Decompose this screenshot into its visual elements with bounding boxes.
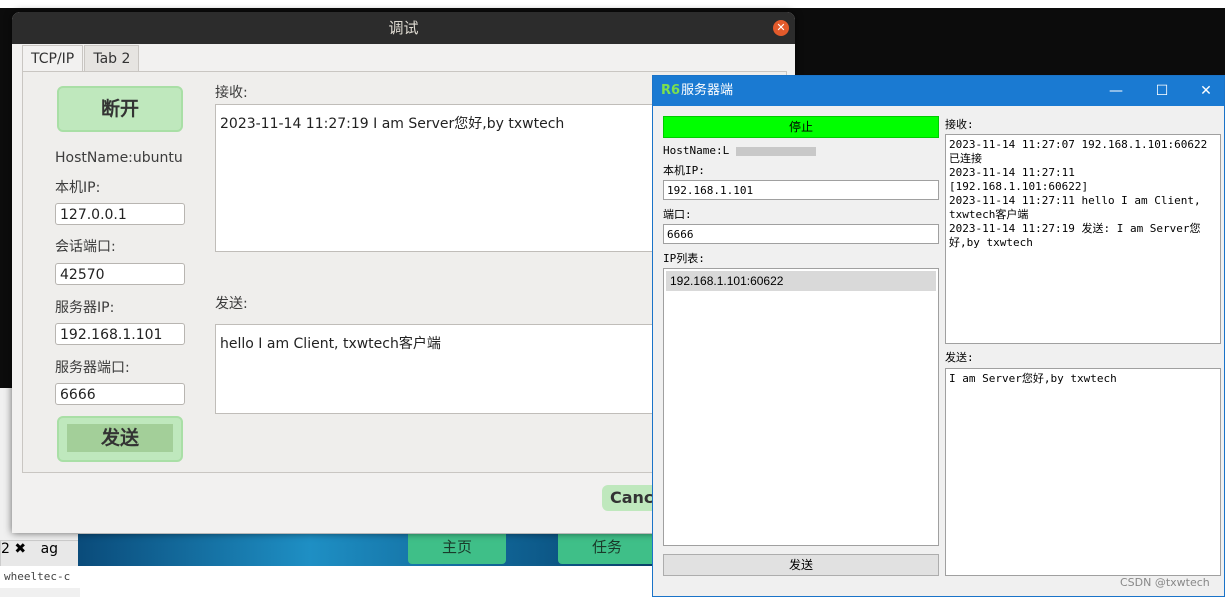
close-icon[interactable]: ✕ — [1183, 76, 1225, 106]
send-label: 发送: — [215, 296, 248, 312]
tab-label: ag — [40, 541, 59, 557]
ip-list-label: IP列表: — [663, 252, 705, 265]
ip-list-item[interactable]: 192.168.1.101:60622 — [666, 271, 936, 291]
tab-2[interactable]: Tab 2 — [84, 45, 140, 72]
send-button-label: 发送 — [67, 424, 173, 452]
watermark: CSDN @txwtech — [1120, 576, 1210, 589]
receive-line: 2023-11-14 11:27:11 hello I am Client, t… — [949, 194, 1201, 221]
home-button[interactable]: 主页 — [408, 534, 506, 564]
terminal-line: wheeltec-c — [0, 566, 300, 588]
server-window: R6 服务器端 — ☐ ✕ 停止 HostName:L 本机IP: 192.16… — [652, 75, 1225, 597]
port-field[interactable]: 6666 — [663, 224, 939, 244]
server-port-label: 服务器端口: — [55, 360, 130, 376]
window-title: 服务器端 — [681, 83, 734, 98]
window-titlebar[interactable]: R6 服务器端 — ☐ ✕ — [653, 76, 1224, 106]
ip-listbox[interactable]: 192.168.1.101:60622 — [663, 268, 939, 546]
session-port-field[interactable]: 42570 — [55, 263, 185, 285]
tab-num: 2 — [1, 541, 10, 557]
hostname-label-text: HostName:L — [663, 144, 730, 157]
minimize-icon[interactable]: — — [1093, 76, 1139, 106]
receive-line: 2023-11-14 11:27:19 发送: I am Server您好,by… — [949, 222, 1201, 249]
receive-line: 2023-11-14 11:27:11 [192.168.1.101:60622… — [949, 166, 1089, 193]
web-banner: 主页 任务 — [78, 534, 658, 566]
local-ip-field[interactable]: 127.0.0.1 — [55, 203, 185, 225]
close-icon[interactable]: ✕ — [773, 20, 789, 36]
hostname-label: HostName:L — [663, 144, 816, 157]
local-ip-label: 本机IP: — [55, 180, 101, 196]
task-button[interactable]: 任务 — [558, 534, 656, 564]
server-port-field[interactable]: 6666 — [55, 383, 185, 405]
disconnect-button[interactable]: 断开 — [57, 86, 183, 132]
session-port-label: 会话端口: — [55, 239, 116, 255]
maximize-icon[interactable]: ☐ — [1139, 76, 1185, 106]
server-ip-field[interactable]: 192.168.1.101 — [55, 323, 185, 345]
redacted-hostname — [735, 146, 816, 156]
dialog-titlebar[interactable]: 调试 ✕ — [12, 12, 795, 44]
port-label: 端口: — [663, 208, 692, 221]
receive-textbox[interactable]: 2023-11-14 11:27:07 192.168.1.101:60622已… — [945, 134, 1221, 344]
tab-bar: TCP/IP Tab 2 — [22, 45, 140, 72]
local-ip-field[interactable]: 192.168.1.101 — [663, 180, 939, 200]
stop-button[interactable]: 停止 — [663, 116, 939, 138]
hostname-label: HostName:ubuntu — [55, 150, 183, 166]
send-label: 发送: — [945, 351, 974, 364]
server-ip-label: 服务器IP: — [55, 300, 115, 316]
tab-tcpip[interactable]: TCP/IP — [22, 45, 84, 72]
app-logo-icon: R6 — [661, 83, 681, 98]
send-textbox[interactable]: I am Server您好,by txwtech — [945, 368, 1221, 576]
send-button[interactable]: 发送 — [57, 416, 183, 462]
terminal-tab[interactable]: 2 ✖ ag — [0, 540, 80, 568]
receive-label: 接收: — [945, 118, 974, 131]
receive-label: 接收: — [215, 85, 248, 101]
receive-line: 2023-11-14 11:27:07 192.168.1.101:60622已… — [949, 138, 1208, 165]
local-ip-label: 本机IP: — [663, 164, 705, 177]
dialog-title: 调试 — [388, 19, 419, 37]
tab-close-icon[interactable]: ✖ — [14, 541, 26, 557]
send-button[interactable]: 发送 — [663, 554, 939, 576]
